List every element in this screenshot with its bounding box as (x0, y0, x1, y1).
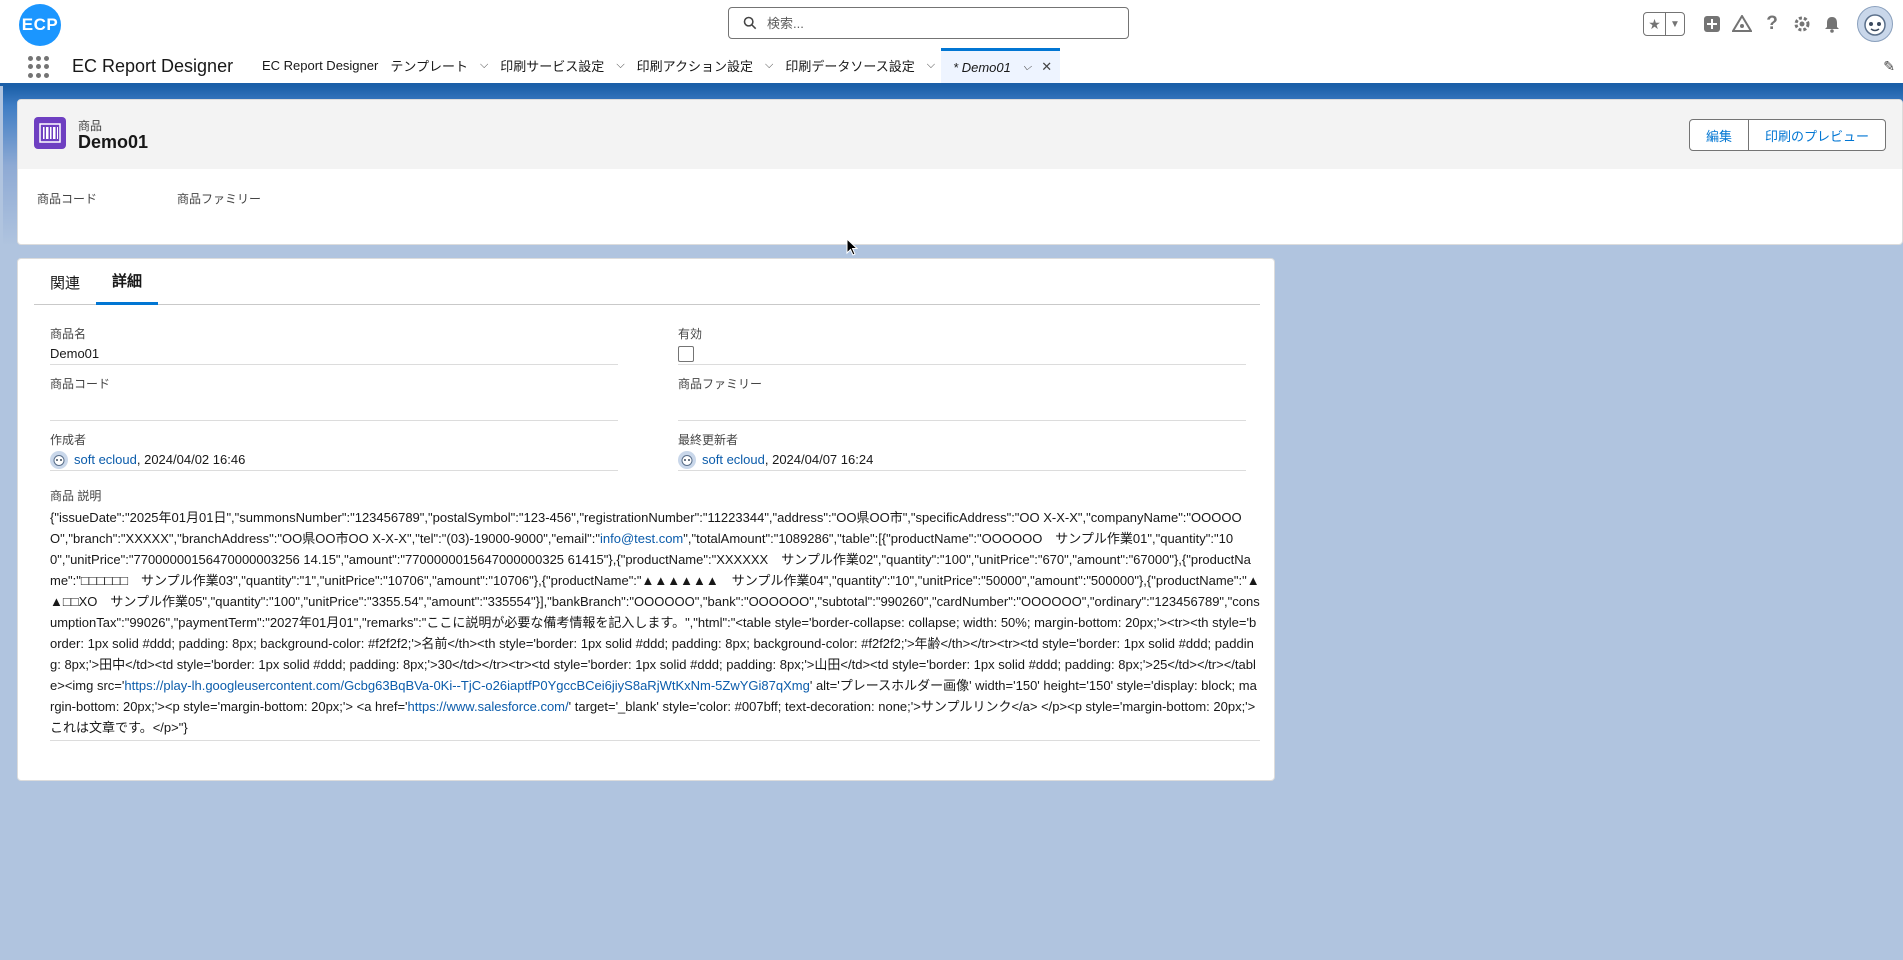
record-title: Demo01 (78, 132, 149, 152)
nav-item-print-service-settings[interactable]: 印刷サービス設定 ⌵ (494, 48, 630, 83)
field-last-modified-by: 最終更新者 soft ecloud , 2024/04/07 16:24 (678, 431, 1246, 471)
field-value (50, 393, 618, 421)
field-value: soft ecloud , 2024/04/07 16:24 (678, 449, 1246, 471)
nav-item-print-action-settings[interactable]: 印刷アクション設定 ⌵ (631, 48, 780, 83)
favorites-star-icon[interactable]: ★ (1644, 13, 1666, 35)
global-search[interactable] (728, 7, 1129, 39)
setup-gear-icon[interactable] (1791, 13, 1813, 35)
nav-item-templates[interactable]: テンプレート ⌵ (384, 48, 494, 83)
created-by-user-link[interactable]: soft ecloud (74, 452, 137, 467)
active-checkbox (678, 345, 694, 362)
nav-item-label: 印刷データソース設定 (785, 59, 915, 74)
product-object-icon (34, 117, 66, 149)
record-header: 商品 Demo01 編集 印刷のプレビュー (18, 100, 1902, 169)
nav-item-label: * Demo01 (953, 59, 1011, 75)
record-actions: 編集 印刷のプレビュー (1688, 119, 1886, 151)
field-product-family: 商品ファミリー (678, 375, 1246, 421)
search-input[interactable] (767, 15, 1107, 31)
field-value (678, 393, 1246, 421)
modified-by-user-link[interactable]: soft ecloud (702, 452, 765, 467)
nav-item-label: 印刷サービス設定 (500, 59, 605, 74)
print-preview-button[interactable]: 印刷のプレビュー (1748, 119, 1886, 151)
highlight-fields: 商品コード 商品ファミリー (37, 190, 341, 207)
field-label: 商品ファミリー (678, 377, 763, 391)
chevron-down-icon[interactable]: ⌵ (765, 59, 773, 72)
favorites-group: ★ ▼ (1643, 12, 1685, 36)
app-name: EC Report Designer (72, 56, 234, 76)
global-actions-icon[interactable] (1701, 13, 1723, 35)
user-avatar-icon[interactable] (1857, 6, 1893, 42)
mouse-cursor-icon (846, 238, 858, 256)
nav-item-home[interactable]: EC Report Designer (256, 48, 384, 83)
chevron-down-icon[interactable]: ⌵ (1023, 61, 1031, 74)
highlight-field-product-code: 商品コード (37, 192, 98, 206)
field-active: 有効 (678, 325, 1246, 365)
highlight-field-product-family: 商品ファミリー (177, 192, 262, 206)
field-label: 商品コード (50, 377, 111, 391)
user-avatar-icon (678, 450, 696, 469)
nav-item-label: テンプレート (390, 59, 468, 74)
field-product-name: 商品名 Demo01 (50, 325, 618, 365)
help-icon[interactable]: ? (1761, 13, 1783, 35)
created-date: , 2024/04/02 16:46 (136, 452, 246, 467)
record-highlights-panel: 商品 Demo01 編集 印刷のプレビュー 商品コード 商品ファミリー (17, 99, 1903, 245)
trailhead-icon[interactable] (1731, 13, 1753, 35)
notifications-bell-icon[interactable] (1821, 13, 1843, 35)
chevron-down-icon[interactable]: ⌵ (480, 59, 488, 72)
nav-item-label: EC Report Designer (262, 58, 379, 73)
tab-details[interactable]: 詳細 (96, 259, 159, 305)
favorites-dropdown-icon[interactable]: ▼ (1666, 13, 1684, 35)
record-tabs: 関連 詳細 (34, 259, 1260, 305)
field-description: 商品 説明 {"issueDate":"2025年01月01日","summon… (50, 487, 1260, 741)
field-value: soft ecloud , 2024/04/02 16:46 (50, 449, 618, 471)
nav-items: EC Report Designer テンプレート ⌵ 印刷サービス設定 ⌵ 印刷ア… (256, 48, 1061, 83)
field-label: 作成者 (50, 433, 87, 447)
user-avatar-icon (50, 450, 68, 469)
search-icon (743, 16, 757, 30)
chevron-down-icon[interactable]: ⌵ (927, 59, 935, 72)
nav-item-label: 印刷アクション設定 (636, 59, 754, 74)
field-product-code: 商品コード (50, 375, 618, 421)
chevron-down-icon[interactable]: ⌵ (616, 59, 624, 72)
field-created-by: 作成者 soft ecloud , 2024/04/02 16:46 (50, 431, 618, 471)
nav-tab-demo01[interactable]: * Demo01 ⌵ ✕ (941, 48, 1061, 83)
field-value: {"issueDate":"2025年01月01日","summonsNumbe… (50, 507, 1260, 741)
nav-item-print-datasource-settings[interactable]: 印刷データソース設定 ⌵ (779, 48, 941, 83)
app-navigation-bar: EC Report Designer EC Report Designer テン… (0, 48, 1903, 86)
field-label: 商品名 (50, 327, 87, 341)
close-tab-icon[interactable]: ✕ (1041, 59, 1052, 75)
org-logo[interactable]: ECP (19, 4, 61, 46)
modified-date: , 2024/04/07 16:24 (764, 452, 874, 467)
email-link[interactable]: info@test.com (600, 531, 683, 546)
global-header: ECP ★ ▼ ? (0, 0, 1903, 48)
edit-nav-pencil-icon[interactable]: ✎ (1883, 58, 1895, 75)
salesforce-url-link[interactable]: https://www.salesforce.com/ (408, 699, 569, 714)
detail-card: 関連 詳細 商品名 Demo01 有効 商品コード 商品ファミリー 作成者 so… (17, 258, 1275, 781)
tab-related[interactable]: 関連 (34, 259, 96, 305)
app-launcher-icon[interactable] (28, 56, 50, 78)
field-label: 有効 (678, 327, 703, 341)
image-url-link[interactable]: https://play-lh.googleusercontent.com/Gc… (124, 678, 809, 693)
description-text: ","totalAmount":"1089286","table":[{"pro… (50, 531, 1260, 693)
edit-button[interactable]: 編集 (1688, 119, 1749, 151)
header-tools: ★ ▼ ? (1643, 0, 1903, 48)
field-label: 商品 説明 (50, 489, 102, 503)
field-value: Demo01 (50, 343, 618, 365)
field-label: 最終更新者 (678, 433, 739, 447)
field-value (678, 343, 1246, 365)
